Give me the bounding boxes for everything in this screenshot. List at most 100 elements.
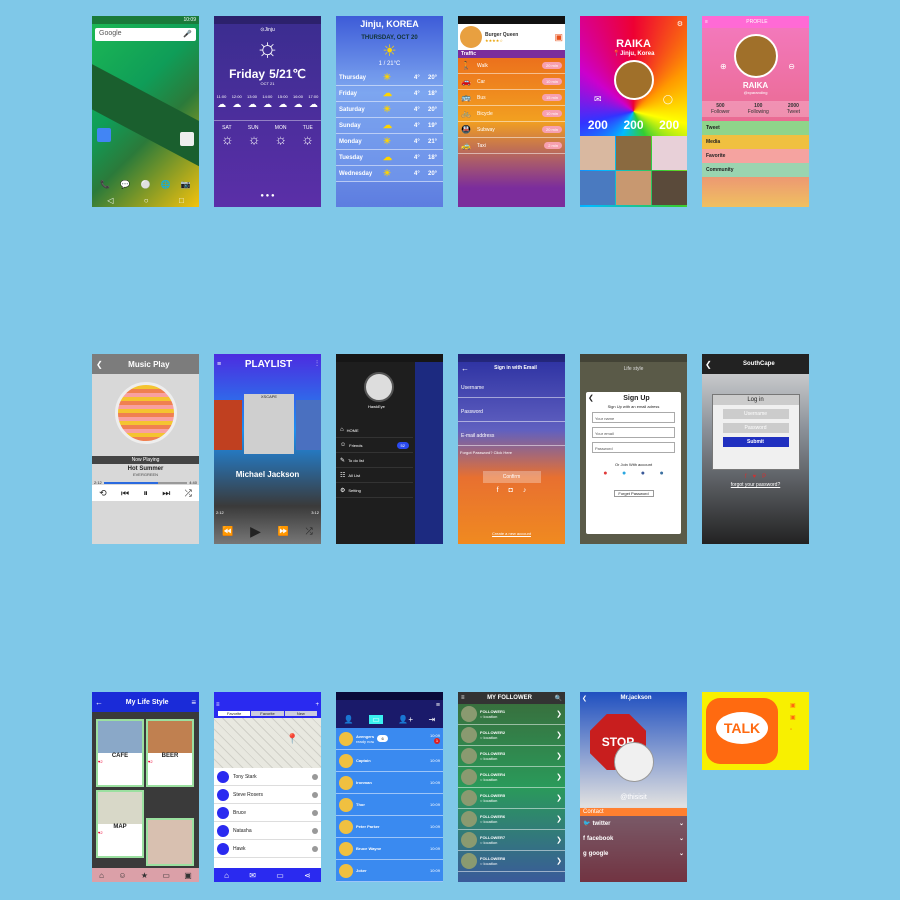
home-icon[interactable]: ⌂ [224,871,229,880]
forgot-password-button[interactable]: Forget Password [613,490,654,497]
phone-icon[interactable]: 📞 [100,180,110,189]
contact-link[interactable]: f facebook ⌄ [580,831,687,846]
play-icon[interactable]: ▶ [250,523,261,540]
stat-item[interactable]: 100 Following [748,103,769,115]
stat-item[interactable]: 500 Follower [711,103,730,115]
map-view[interactable]: 📍 [214,718,321,768]
menu-item[interactable]: ☺ Friends 52 [336,438,413,453]
back-icon[interactable]: ← [95,698,103,707]
user-icon[interactable]: ☺ [118,871,126,880]
profile-menu-item[interactable]: Tweet [702,121,809,135]
camera-icon[interactable]: 📷 [181,180,191,189]
chat-icon[interactable]: ▣ [790,700,796,712]
chat-row[interactable]: Captain 10:09 [336,750,443,772]
photo-tile[interactable] [652,136,687,170]
tab-add-friend-icon[interactable]: 👤+ [398,715,413,724]
pause-icon[interactable]: ⏸ [143,488,148,499]
add-icon[interactable]: + [315,702,319,708]
chevron-right-icon[interactable]: ❯ [556,794,562,802]
facebook-icon[interactable]: ● [641,470,645,477]
back-icon[interactable]: ◁ [107,196,113,205]
menu-icon[interactable]: ≡ [461,695,465,701]
transport-row[interactable]: 🚲 Bicycle 10 min [458,106,565,122]
forecast-row[interactable]: Tuesday ☁ 4° 18° [336,150,443,166]
cafe-card[interactable]: CAFE ♥2 [96,719,144,787]
gear-icon[interactable]: ⚙ [677,20,683,28]
password-field[interactable]: Password [722,423,789,433]
chat-row[interactable]: Ironman 10:09 [336,772,443,794]
shuffle-icon[interactable]: ⤮ [185,488,192,499]
search-bar[interactable]: Google 🎤 [95,28,196,41]
menu-icon[interactable]: ≡ [705,19,708,25]
menu-icon[interactable]: ≡ [436,702,440,709]
input-field[interactable]: Username [458,374,565,398]
menu-item[interactable]: ⚙ Setting [336,483,413,498]
transport-row[interactable]: 🚶 Walk 20 min [458,58,565,74]
person-row[interactable]: Steve Rosers [214,786,321,804]
chevron-down-icon[interactable]: ⌄ [679,850,684,857]
google-icon[interactable]: ● [603,470,607,477]
pinterest-icon[interactable]: P [762,474,766,480]
create-account-link[interactable]: Create a new account [458,531,565,536]
chat-icon[interactable]: ▭ [162,871,170,880]
chat-icon[interactable]: ◯ [663,94,673,105]
back-icon[interactable]: ← [461,364,469,373]
map-pin-icon[interactable]: 📍 [286,734,298,745]
transport-row[interactable]: 🚕 Taxi 2 min [458,138,565,154]
follower-row[interactable]: FOLLOWER5 ○ location ❯ [458,788,565,809]
next-icon[interactable]: ⏭ [162,488,170,499]
chevron-right-icon[interactable]: ❯ [556,773,562,781]
chevron-right-icon[interactable]: ❯ [556,836,562,844]
equalizer-icon[interactable]: ⫶ [316,359,318,369]
chevron-down-icon[interactable]: ⌄ [679,835,684,842]
input-field[interactable]: Password [592,442,675,453]
input-field[interactable]: Your email [592,427,675,438]
follower-row[interactable]: FOLLOWER2 ○ location ❯ [458,725,565,746]
apps-icon[interactable]: ⚪ [140,180,150,189]
person-row[interactable]: Hawk [214,840,321,858]
person-row[interactable]: Bruce [214,804,321,822]
profile-menu-item[interactable]: Favorite [702,149,809,163]
input-field[interactable]: Your name [592,412,675,423]
recents-icon[interactable]: □ [179,196,184,205]
forecast-row[interactable]: Thursday ☀ 4° 20° [336,70,443,86]
follower-row[interactable]: FOLLOWER8 ○ location ❯ [458,851,565,872]
chevron-down-icon[interactable]: ⌄ [679,820,684,827]
photo-tile[interactable] [652,171,687,205]
next-icon[interactable]: ⏩ [278,526,289,537]
photo-tile[interactable] [616,136,651,170]
follower-row[interactable]: FOLLOWER4 ○ location ❯ [458,767,565,788]
menu-icon[interactable]: ≡ [217,361,221,368]
photo-tile[interactable] [580,171,615,205]
map-card[interactable]: MAP ♥2 [96,790,144,858]
album-cover-main[interactable]: XSCAPE [244,394,294,454]
home-icon[interactable]: ⌂ [99,871,104,880]
repeat-icon[interactable]: ⟲ [99,488,107,499]
chevron-right-icon[interactable]: ❯ [556,752,562,760]
contact-link[interactable]: 🐦 twitter ⌄ [580,816,687,831]
facebook-icon[interactable]: f [497,487,499,494]
chevron-right-icon[interactable]: ❯ [556,710,562,718]
selfie-card[interactable] [146,818,194,866]
menu-item[interactable]: ☷ All List [336,468,413,483]
forgot-link[interactable]: Forgot Password? Click Here [458,446,565,459]
home-icon[interactable]: ○ [144,196,149,205]
contact-link[interactable]: g google ⌄ [580,846,687,861]
chevron-right-icon[interactable]: ❯ [556,815,562,823]
forecast-row[interactable]: Wednesday ☀ 4° 20° [336,166,443,182]
tab-chat-icon[interactable]: ▭ [369,714,383,724]
facebook-icon[interactable]: f [745,474,747,480]
twitter-icon[interactable]: ● [622,470,626,477]
share-icon[interactable]: ⋖ [304,871,311,880]
chat-row[interactable]: Joker 10:09 [336,860,443,882]
browser-icon[interactable]: 🌐 [161,180,171,189]
input-field[interactable]: E-mail address [458,422,565,446]
forgot-link[interactable]: forgot your password? [702,482,809,488]
twitter-icon[interactable]: ♥ [753,474,757,480]
photo-tile[interactable] [616,171,651,205]
talk-app-icon[interactable]: TALK [706,698,778,764]
play-store-icon[interactable] [180,132,194,146]
chat-row[interactable]: Avengers ready now 6 10:09 1 [336,728,443,750]
chat-row[interactable]: Bruce Wayne 10:09 [336,838,443,860]
transport-row[interactable]: 🚗 Car 10 min [458,74,565,90]
